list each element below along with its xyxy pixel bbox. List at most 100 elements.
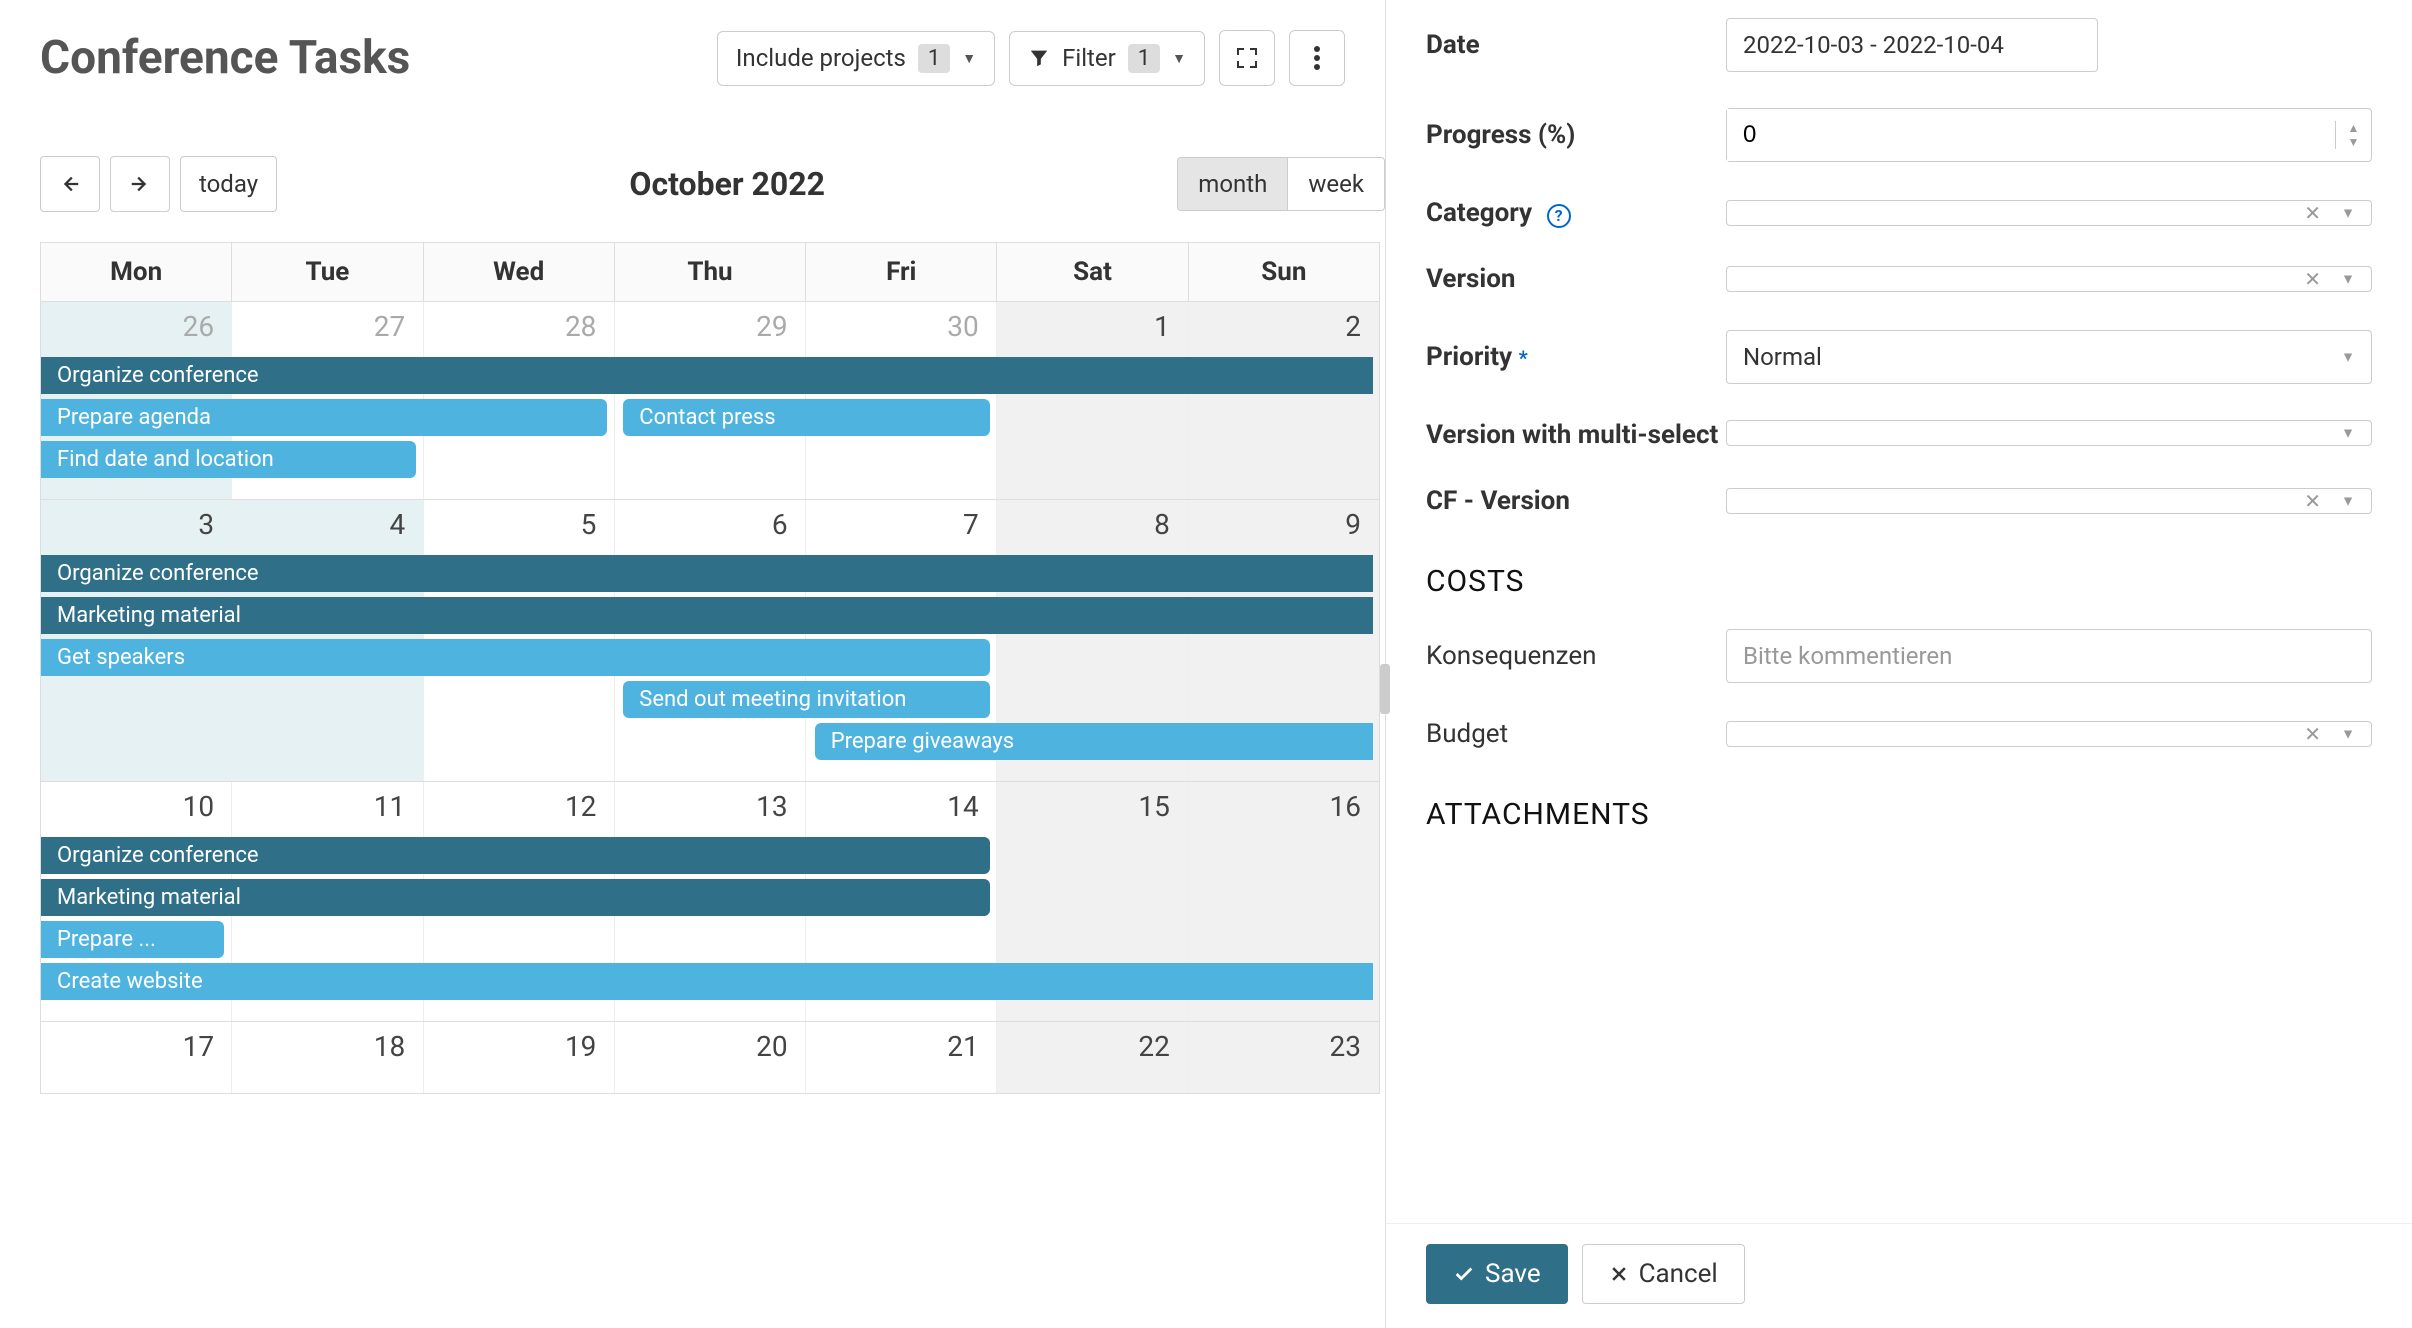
cancel-button[interactable]: Cancel (1582, 1244, 1745, 1304)
day-cell[interactable]: 11 (232, 782, 423, 831)
chevron-down-icon[interactable]: ▼ (2341, 493, 2355, 510)
date-field[interactable]: 2022-10-03 - 2022-10-04 (1726, 18, 2098, 72)
version-select[interactable]: ✕ ▼ (1726, 266, 2372, 292)
view-toggle: month week (1177, 157, 1385, 211)
calendar-event[interactable]: Prepare ... (41, 921, 224, 958)
day-cell[interactable]: 21 (806, 1022, 997, 1071)
priority-label: Priority * (1426, 342, 1726, 372)
prev-button[interactable] (40, 156, 100, 212)
priority-value: Normal (1743, 343, 1822, 371)
kebab-icon (1313, 45, 1321, 71)
include-projects-dropdown[interactable]: Include projects 1 ▼ (717, 31, 995, 86)
konsequenzen-label: Konsequenzen (1426, 641, 1726, 671)
save-label: Save (1485, 1259, 1541, 1289)
today-button[interactable]: today (180, 156, 277, 212)
progress-input[interactable] (1727, 109, 2335, 161)
calendar-event[interactable]: Create website (41, 963, 1373, 1000)
page-title: Conference Tasks (40, 31, 410, 85)
day-cell[interactable]: 28 (423, 302, 614, 351)
cf-version-select[interactable]: ✕ ▼ (1726, 488, 2372, 514)
day-cell[interactable]: 30 (806, 302, 997, 351)
day-cell[interactable]: 18 (232, 1022, 423, 1071)
stepper-down-icon[interactable]: ▼ (2336, 135, 2371, 149)
cf-version-label: CF - Version (1426, 486, 1726, 516)
version-multiselect-label: Version with multi-select (1426, 420, 1726, 450)
chevron-down-icon[interactable]: ▼ (2341, 271, 2355, 288)
calendar-event[interactable]: Contact press (623, 399, 990, 436)
calendar-event[interactable]: Marketing material (41, 879, 990, 916)
day-cell[interactable]: 13 (614, 782, 805, 831)
splitter-handle[interactable] (1380, 664, 1390, 714)
day-cell[interactable]: 3 (41, 500, 232, 549)
day-cell[interactable]: 20 (614, 1022, 805, 1071)
chevron-down-icon[interactable]: ▼ (2341, 349, 2355, 366)
day-cell[interactable]: 19 (423, 1022, 614, 1071)
calendar-event[interactable]: Organize conference (41, 555, 1373, 592)
costs-heading: COSTS (1426, 564, 2372, 599)
chevron-down-icon: ▼ (1172, 50, 1186, 67)
clear-icon[interactable]: ✕ (2304, 722, 2321, 746)
day-cell[interactable]: 1 (997, 302, 1188, 351)
chevron-down-icon[interactable]: ▼ (2341, 726, 2355, 743)
day-cell[interactable]: 5 (423, 500, 614, 549)
calendar-event[interactable]: Send out meeting invitation (623, 681, 990, 718)
calendar-event[interactable]: Prepare giveaways (815, 723, 1373, 760)
check-icon (1453, 1263, 1475, 1285)
konsequenzen-placeholder: Bitte kommentieren (1743, 642, 1952, 670)
day-cell[interactable]: 7 (806, 500, 997, 549)
day-cell[interactable]: 29 (614, 302, 805, 351)
category-label: Category ? (1426, 198, 1726, 228)
cancel-label: Cancel (1639, 1259, 1718, 1289)
close-icon (1609, 1264, 1629, 1284)
day-header: Wed (424, 243, 615, 301)
budget-select[interactable]: ✕ ▼ (1726, 721, 2372, 747)
day-cell[interactable]: 26 (41, 302, 232, 351)
chevron-down-icon[interactable]: ▼ (2341, 205, 2355, 222)
calendar-event[interactable]: Get speakers (41, 639, 990, 676)
chevron-down-icon: ▼ (962, 50, 976, 67)
calendar-event[interactable]: Prepare agenda (41, 399, 607, 436)
required-star-icon: * (1519, 346, 1528, 370)
progress-stepper[interactable]: ▲ ▼ (1726, 108, 2372, 162)
day-cell[interactable]: 15 (997, 782, 1188, 831)
day-cell[interactable]: 6 (614, 500, 805, 549)
filter-label: Filter (1062, 44, 1116, 72)
filter-dropdown[interactable]: Filter 1 ▼ (1009, 31, 1205, 86)
clear-icon[interactable]: ✕ (2304, 267, 2321, 291)
konsequenzen-field[interactable]: Bitte kommentieren (1726, 629, 2372, 683)
month-view-button[interactable]: month (1178, 158, 1287, 210)
day-cell[interactable]: 10 (41, 782, 232, 831)
day-cell[interactable]: 16 (1188, 782, 1379, 831)
day-cell[interactable]: 12 (423, 782, 614, 831)
date-label: Date (1426, 30, 1726, 60)
day-cell[interactable]: 8 (997, 500, 1188, 549)
filter-count: 1 (1128, 44, 1160, 73)
day-cell[interactable]: 2 (1188, 302, 1379, 351)
day-cell[interactable]: 22 (997, 1022, 1188, 1071)
day-cell[interactable]: 23 (1188, 1022, 1379, 1071)
week-view-button[interactable]: week (1287, 158, 1384, 210)
day-cell[interactable]: 17 (41, 1022, 232, 1071)
category-select[interactable]: ✕ ▼ (1726, 200, 2372, 226)
help-icon[interactable]: ? (1547, 204, 1571, 228)
priority-select[interactable]: Normal ▼ (1726, 330, 2372, 384)
day-header: Sun (1189, 243, 1379, 301)
day-cell[interactable]: 4 (232, 500, 423, 549)
calendar-event[interactable]: Marketing material (41, 597, 1373, 634)
clear-icon[interactable]: ✕ (2304, 489, 2321, 513)
day-cell[interactable]: 14 (806, 782, 997, 831)
day-cell[interactable]: 9 (1188, 500, 1379, 549)
more-menu-button[interactable] (1289, 30, 1345, 86)
arrow-right-icon (129, 173, 151, 195)
calendar-event[interactable]: Find date and location (41, 441, 416, 478)
chevron-down-icon[interactable]: ▼ (2341, 425, 2355, 442)
clear-icon[interactable]: ✕ (2304, 201, 2321, 225)
fullscreen-button[interactable] (1219, 30, 1275, 86)
save-button[interactable]: Save (1426, 1244, 1568, 1304)
version-multiselect[interactable]: ▼ (1726, 420, 2372, 446)
stepper-up-icon[interactable]: ▲ (2336, 121, 2371, 135)
next-button[interactable] (110, 156, 170, 212)
day-cell[interactable]: 27 (232, 302, 423, 351)
calendar-event[interactable]: Organize conference (41, 837, 990, 874)
calendar-event[interactable]: Organize conference (41, 357, 1373, 394)
